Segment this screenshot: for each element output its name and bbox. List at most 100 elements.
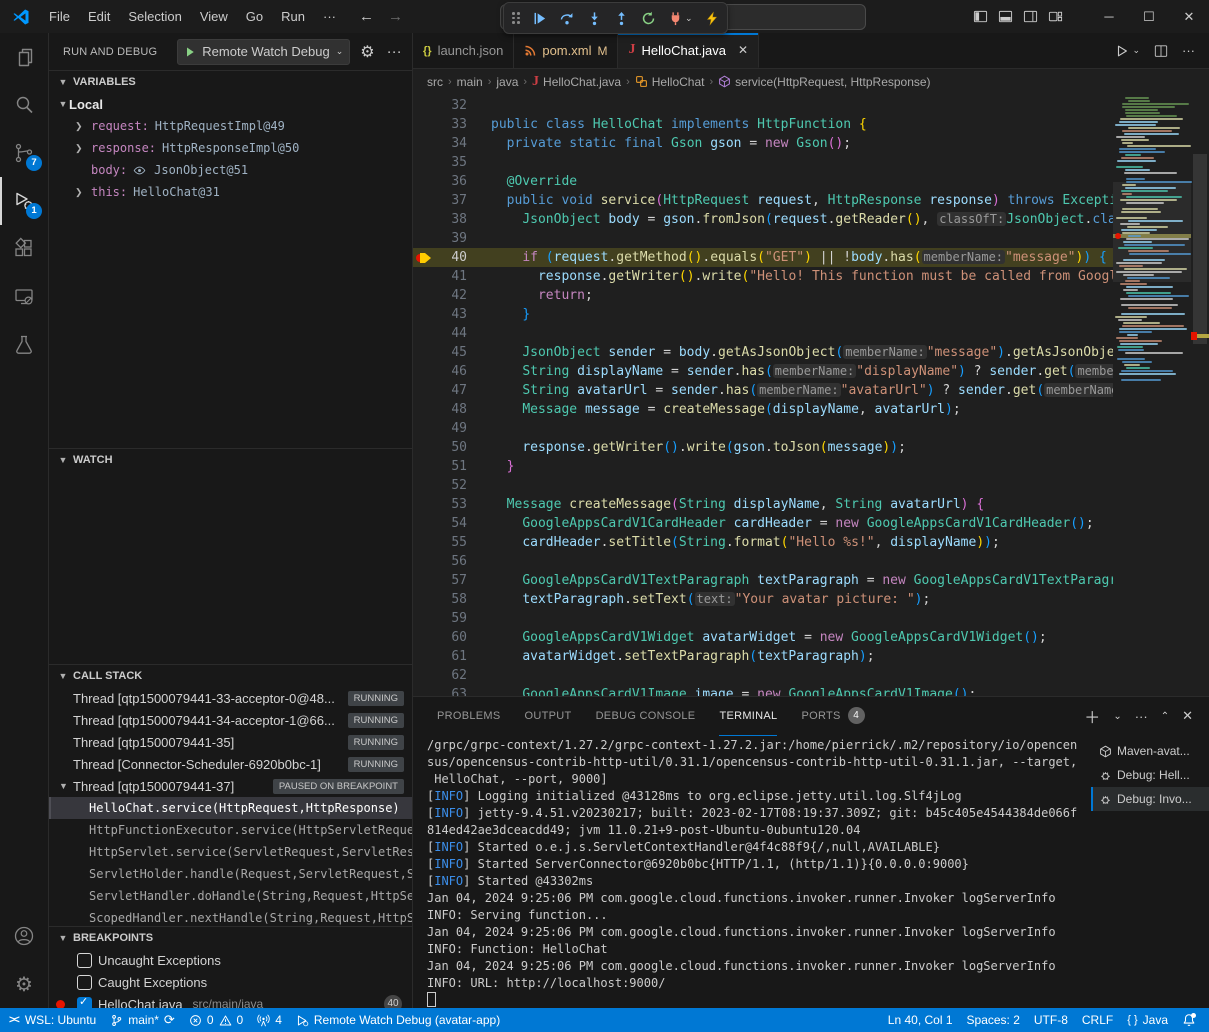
source-control-icon[interactable]: 7 [0, 129, 48, 177]
split-editor-icon[interactable] [1154, 44, 1168, 58]
expand-chevron-icon[interactable]: ❯ [75, 187, 91, 198]
line-number[interactable]: 61 [435, 649, 467, 664]
extensions-icon[interactable] [0, 225, 48, 273]
line-number[interactable]: 49 [435, 421, 467, 436]
terminal-list-item[interactable]: Maven-avat... [1091, 739, 1209, 763]
remote-explorer-icon[interactable] [0, 273, 48, 321]
menu-item-file[interactable]: File [40, 5, 79, 29]
code-line[interactable]: 60 GoogleAppsCardV1Widget avatarWidget =… [413, 628, 1113, 647]
line-number[interactable]: 48 [435, 402, 467, 417]
line-number[interactable]: 34 [435, 136, 467, 151]
line-number[interactable]: 45 [435, 345, 467, 360]
line-number[interactable]: 41 [435, 269, 467, 284]
line-number[interactable]: 60 [435, 630, 467, 645]
editor-scrollbar[interactable] [1191, 94, 1209, 696]
breakpoint-checkbox[interactable] [77, 997, 92, 1009]
debug-settings-gear-icon[interactable]: ⚙ [358, 40, 376, 64]
terminal-dropdown-icon[interactable]: ⌄ [1113, 711, 1121, 722]
code-line[interactable]: 54 GoogleAppsCardV1CardHeader cardHeader… [413, 514, 1113, 533]
panel-tab-problems[interactable]: PROBLEMS [437, 697, 501, 736]
continue-button[interactable] [532, 11, 547, 26]
ports-indicator[interactable]: 4 [250, 1008, 289, 1032]
code-line[interactable]: 59 [413, 609, 1113, 628]
stack-frame-row[interactable]: ServletHolder.handle(Request,ServletRequ… [49, 863, 412, 885]
breakpoints-header[interactable]: ▼ BREAKPOINTS [49, 926, 412, 949]
line-number[interactable]: 46 [435, 364, 467, 379]
step-into-button[interactable] [587, 11, 602, 26]
menu-item-go[interactable]: Go [237, 5, 272, 29]
close-window-button[interactable]: ✕ [1169, 0, 1209, 33]
code-line[interactable]: 37 public void service(HttpRequest reque… [413, 191, 1113, 210]
encoding[interactable]: UTF-8 [1027, 1008, 1075, 1032]
code-line[interactable]: 63 GoogleAppsCardV1Image image = new Goo… [413, 685, 1113, 696]
line-number[interactable]: 33 [435, 117, 467, 132]
code-line[interactable]: 50 response.getWriter().write(gson.toJso… [413, 438, 1113, 457]
watch-header[interactable]: ▼ WATCH [49, 448, 412, 471]
line-number[interactable]: 44 [435, 326, 467, 341]
code-line[interactable]: 32 [413, 96, 1113, 115]
restart-button[interactable] [641, 11, 656, 26]
line-number[interactable]: 54 [435, 516, 467, 531]
code-line[interactable]: 58 textParagraph.setText(text:"Your avat… [413, 590, 1113, 609]
code-line[interactable]: 34 private static final Gson gson = new … [413, 134, 1113, 153]
code-editor[interactable]: 3233public class HelloChat implements Ht… [413, 94, 1209, 696]
line-number[interactable]: 58 [435, 592, 467, 607]
breadcrumb-item[interactable]: JHelloChat.java [532, 74, 621, 90]
menu-item-run[interactable]: Run [272, 5, 314, 29]
notifications-bell[interactable] [1175, 1008, 1203, 1032]
code-line[interactable]: 61 avatarWidget.setTextParagraph(textPar… [413, 647, 1113, 666]
code-line[interactable]: 41 response.getWriter().write("Hello! Th… [413, 267, 1113, 286]
line-number[interactable]: 53 [435, 497, 467, 512]
problems-indicator[interactable]: 0 0 [182, 1008, 250, 1032]
tab-HelloChat-java[interactable]: JHelloChat.java✕ [618, 33, 759, 68]
line-number[interactable]: 63 [435, 687, 467, 696]
line-number[interactable]: 52 [435, 478, 467, 493]
variable-row[interactable]: ❯this:HelloChat@31 [49, 181, 412, 203]
settings-gear-icon[interactable]: ⚙ [0, 960, 48, 1008]
maximize-panel-icon[interactable]: ⌃ [1161, 711, 1169, 722]
line-number[interactable]: 51 [435, 459, 467, 474]
cursor-position[interactable]: Ln 40, Col 1 [881, 1008, 960, 1032]
code-line[interactable]: 51 } [413, 457, 1113, 476]
hot-code-replace-button[interactable] [705, 11, 719, 26]
stack-frame-row[interactable]: HttpServlet.service(ServletRequest,Servl… [49, 841, 412, 863]
editor-more-actions-icon[interactable]: ··· [1182, 43, 1195, 58]
stack-frame-row[interactable]: ServletHandler.doHandle(String,Request,H… [49, 885, 412, 907]
breadcrumb-item[interactable]: java [496, 75, 518, 89]
thread-row[interactable]: Thread [qtp1500079441-35]RUNNING [49, 731, 412, 753]
line-number[interactable]: 59 [435, 611, 467, 626]
breakpoint-row[interactable]: Caught Exceptions [49, 971, 412, 993]
stack-frame-row[interactable]: HttpFunctionExecutor.service(HttpServlet… [49, 819, 412, 841]
breadcrumb-item[interactable]: HelloChat [635, 75, 705, 89]
panel-tab-ports[interactable]: PORTS4 [801, 697, 864, 736]
debug-session-indicator[interactable]: Remote Watch Debug (avatar-app) [289, 1008, 507, 1032]
expand-chevron-icon[interactable]: ❯ [75, 143, 91, 154]
eol-sequence[interactable]: CRLF [1075, 1008, 1120, 1032]
thread-row[interactable]: ▼Thread [qtp1500079441-37]PAUSED ON BREA… [49, 775, 412, 797]
line-number[interactable]: 38 [435, 212, 467, 227]
line-number[interactable]: 32 [435, 98, 467, 113]
line-number[interactable]: 35 [435, 155, 467, 170]
drag-handle-icon[interactable] [512, 12, 520, 24]
menu-item-edit[interactable]: Edit [79, 5, 119, 29]
code-line[interactable]: 45 JsonObject sender = body.getAsJsonObj… [413, 343, 1113, 362]
code-line[interactable]: 62 [413, 666, 1113, 685]
panel-tab-output[interactable]: OUTPUT [525, 697, 572, 736]
sync-icon[interactable]: ⟳ [164, 1012, 175, 1028]
line-number[interactable]: 47 [435, 383, 467, 398]
variables-header[interactable]: ▼ VARIABLES [49, 70, 412, 93]
paused-breakpoint-icon[interactable] [413, 252, 435, 264]
step-out-button[interactable] [614, 11, 629, 26]
tab-launch-json[interactable]: {}launch.json [413, 33, 514, 68]
debug-config-dropdown[interactable]: Remote Watch Debug ⌄ [177, 39, 350, 65]
panel-more-actions-icon[interactable]: ··· [1135, 709, 1148, 724]
variables-scope[interactable]: ▼ Local [49, 93, 412, 115]
indentation[interactable]: Spaces: 2 [960, 1008, 1027, 1032]
breakpoint-row[interactable]: Uncaught Exceptions [49, 949, 412, 971]
variable-row[interactable]: body:JsonObject@51 [49, 159, 412, 181]
breadcrumb-item[interactable]: service(HttpRequest, HttpResponse) [718, 75, 930, 89]
toggle-sidebar-icon[interactable] [973, 9, 988, 24]
disconnect-dropdown-icon[interactable]: ⌄ [685, 13, 693, 24]
step-over-button[interactable] [559, 11, 575, 26]
thread-row[interactable]: Thread [qtp1500079441-34-acceptor-1@66..… [49, 709, 412, 731]
